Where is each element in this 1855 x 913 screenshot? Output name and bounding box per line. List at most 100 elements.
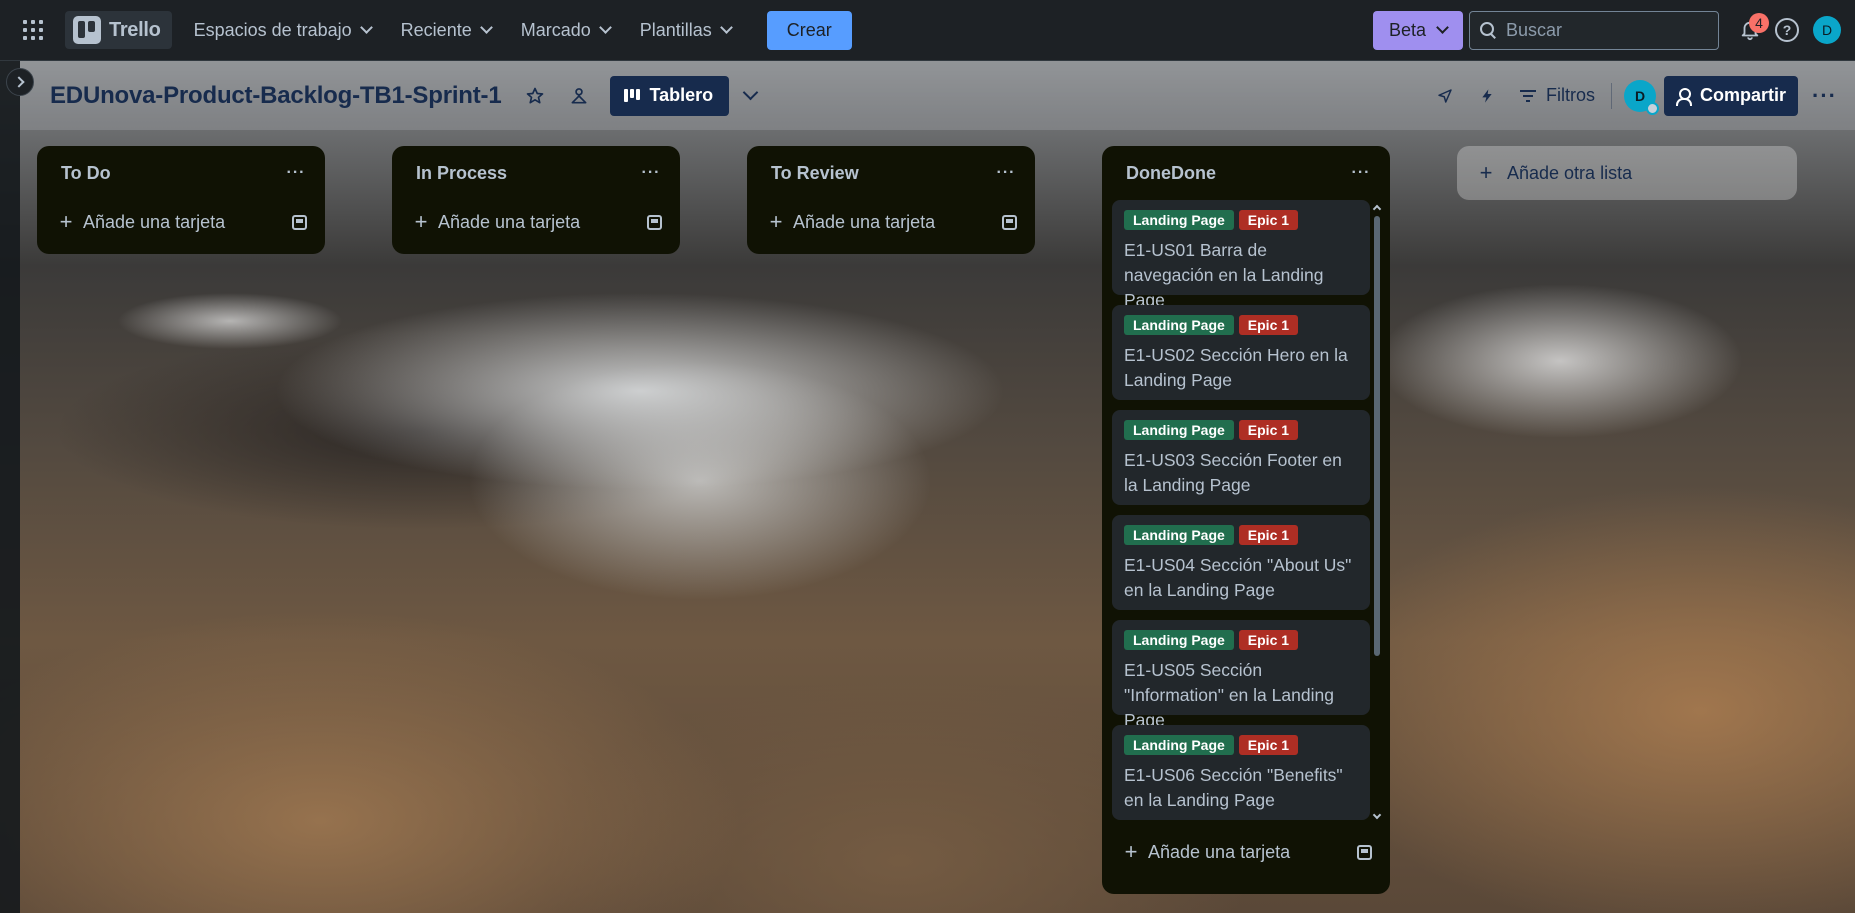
search-icon: [1480, 22, 1496, 38]
card-labels: Landing Page Epic 1: [1124, 315, 1358, 335]
board-title[interactable]: EDUnova-Product-Backlog-TB1-Sprint-1: [50, 82, 502, 110]
member-initial: D: [1634, 87, 1646, 104]
card[interactable]: Landing Page Epic 1 E1-US03 Sección Foot…: [1112, 410, 1370, 505]
list-to-review: To Review ··· + Añade una tarjeta: [747, 146, 1035, 254]
list-header: DoneDone ···: [1102, 146, 1390, 200]
create-button[interactable]: Crear: [766, 10, 852, 50]
card-template-icon[interactable]: [647, 214, 662, 230]
list-menu-button[interactable]: ···: [281, 164, 311, 182]
label-landing-page: Landing Page: [1124, 735, 1234, 755]
card-title: E1-US04 Sección "About Us" en la Landing…: [1124, 555, 1352, 600]
list-title[interactable]: DoneDone: [1126, 163, 1346, 184]
menu-workspaces-label: Espacios de trabajo: [193, 19, 352, 40]
menu-templates[interactable]: Plantillas: [628, 11, 743, 49]
card[interactable]: Landing Page Epic 1 E1-US04 Sección "Abo…: [1112, 515, 1370, 610]
board-view-label: Tablero: [649, 85, 714, 105]
label-epic: Epic 1: [1238, 210, 1299, 230]
plus-icon: +: [59, 209, 73, 234]
top-navigation-bar: Trello Espacios de trabajo Reciente Marc…: [0, 0, 1855, 61]
cards-container: Landing Page Epic 1 E1-US01 Barra de nav…: [1112, 200, 1382, 824]
menu-starred-label: Marcado: [520, 19, 591, 40]
add-card-button[interactable]: + Añade una tarjeta: [755, 200, 1027, 244]
menu-workspaces[interactable]: Espacios de trabajo: [182, 11, 383, 49]
scrollbar-thumb[interactable]: [1374, 216, 1380, 656]
card-title: E1-US05 Sección "Information" en la Land…: [1124, 660, 1334, 730]
card-title: E1-US02 Sección Hero en la Landing Page: [1124, 345, 1348, 390]
add-another-list-button[interactable]: + Añade otra lista: [1457, 146, 1797, 200]
notification-count-badge: 4: [1749, 13, 1769, 33]
chevron-down-icon: [1436, 21, 1449, 34]
search-box[interactable]: [1469, 10, 1719, 50]
share-button[interactable]: Compartir: [1664, 75, 1799, 116]
card-labels: Landing Page Epic 1: [1124, 630, 1358, 650]
rocket-icon[interactable]: [1432, 83, 1458, 109]
add-card-button[interactable]: + Añade una tarjeta: [1110, 830, 1382, 874]
label-epic: Epic 1: [1238, 525, 1299, 545]
label-landing-page: Landing Page: [1124, 315, 1234, 335]
card-template-icon[interactable]: [1357, 844, 1372, 860]
card-labels: Landing Page Epic 1: [1124, 525, 1358, 545]
menu-recent-label: Reciente: [400, 19, 472, 40]
bolt-icon[interactable]: [1474, 83, 1500, 109]
list-scrollbar[interactable]: [1372, 200, 1382, 824]
header-divider: [1611, 82, 1612, 109]
label-landing-page: Landing Page: [1124, 630, 1234, 650]
card[interactable]: Landing Page Epic 1 E1-US02 Sección Hero…: [1112, 305, 1370, 400]
plus-icon: +: [1124, 839, 1138, 864]
filters-button[interactable]: Filtros: [1520, 85, 1595, 106]
label-epic: Epic 1: [1238, 315, 1299, 335]
chevron-down-icon: [359, 21, 373, 34]
menu-recent[interactable]: Reciente: [389, 11, 503, 49]
filters-label: Filtros: [1546, 85, 1595, 105]
label-landing-page: Landing Page: [1124, 210, 1234, 230]
expand-sidebar-button[interactable]: [6, 68, 34, 96]
trello-home-logo[interactable]: Trello: [65, 11, 172, 49]
add-card-button[interactable]: + Añade una tarjeta: [45, 200, 317, 244]
card-title: E1-US06 Sección "Benefits" en la Landing…: [1124, 765, 1343, 810]
trello-logo-text: Trello: [109, 18, 161, 41]
add-list-label: Añade otra lista: [1507, 162, 1633, 183]
card-template-icon[interactable]: [292, 214, 307, 230]
list-header: To Review ···: [747, 146, 1035, 200]
board-member-avatar[interactable]: D: [1624, 79, 1659, 115]
account-avatar[interactable]: D: [1813, 16, 1841, 44]
list-menu-button[interactable]: ···: [636, 164, 666, 182]
menu-starred[interactable]: Marcado: [509, 11, 622, 49]
board-view-icon: [623, 89, 640, 102]
card-labels: Landing Page Epic 1: [1124, 210, 1358, 230]
share-label: Compartir: [1700, 85, 1787, 105]
app-switcher-grid-icon[interactable]: [18, 15, 48, 45]
beta-button[interactable]: Beta: [1373, 10, 1463, 50]
search-input[interactable]: [1506, 19, 1706, 41]
help-icon[interactable]: ?: [1775, 18, 1799, 42]
card-title: E1-US01 Barra de navegación en la Landin…: [1124, 240, 1324, 310]
menu-templates-label: Plantillas: [639, 19, 712, 40]
label-epic: Epic 1: [1238, 420, 1299, 440]
list-title[interactable]: To Do: [61, 163, 281, 184]
notifications-button[interactable]: 4: [1737, 13, 1769, 45]
scroll-down-arrow-icon[interactable]: [1372, 810, 1382, 820]
board-canvas: EDUnova-Product-Backlog-TB1-Sprint-1 Tab…: [0, 61, 1855, 913]
collapsed-sidebar: [0, 61, 20, 913]
star-icon[interactable]: [524, 85, 546, 107]
chevron-down-icon: [479, 21, 493, 34]
list-menu-button[interactable]: ···: [991, 164, 1021, 182]
card[interactable]: Landing Page Epic 1 E1-US01 Barra de nav…: [1112, 200, 1370, 310]
list-menu-button[interactable]: ···: [1346, 164, 1376, 182]
chevron-down-icon[interactable]: [742, 84, 759, 101]
list-title[interactable]: In Process: [416, 163, 636, 184]
person-add-icon: [1676, 87, 1692, 106]
board-view-button[interactable]: Tablero: [609, 75, 730, 116]
card-template-icon[interactable]: [1002, 214, 1017, 230]
card[interactable]: Landing Page Epic 1 E1-US06 Sección "Ben…: [1112, 725, 1370, 820]
add-card-label: Añade una tarjeta: [83, 211, 226, 232]
list-header: To Do ···: [37, 146, 325, 200]
visibility-people-icon[interactable]: [568, 85, 590, 107]
list-header: In Process ···: [392, 146, 680, 200]
list-title[interactable]: To Review: [771, 163, 991, 184]
scroll-up-arrow-icon[interactable]: [1372, 204, 1382, 214]
card[interactable]: Landing Page Epic 1 E1-US05 Sección "Inf…: [1112, 620, 1370, 730]
add-card-label: Añade una tarjeta: [438, 211, 581, 232]
board-more-menu-button[interactable]: ···: [1812, 83, 1837, 109]
add-card-button[interactable]: + Añade una tarjeta: [400, 200, 672, 244]
